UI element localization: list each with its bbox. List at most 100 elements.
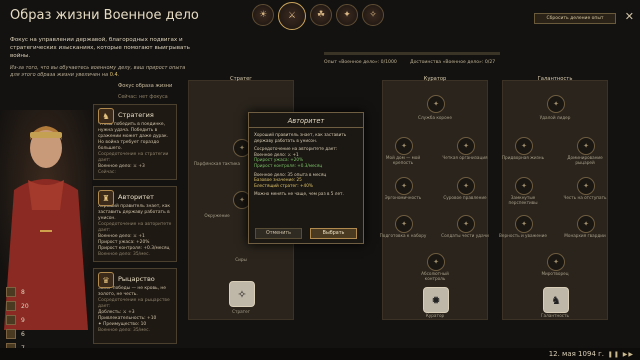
focus-confirm-dialog: Авторитет Хороший правитель знает, как з… — [248, 112, 364, 244]
martial-icon: ⚔ — [287, 11, 297, 21]
perk-label: Эргономичность — [384, 195, 422, 200]
focus-label: Фокус образа жизни — [118, 83, 173, 89]
dialog-body: Хороший правитель знает, как заставить д… — [254, 132, 358, 197]
perk-label: Галантность — [540, 313, 570, 318]
focus-desc: Чтобы победить в поединке, нужна удача. … — [98, 122, 169, 151]
perk-label: Парфянская тактика — [193, 161, 241, 166]
perk-node[interactable]: ✦ — [457, 215, 475, 233]
perk-node[interactable]: ✦ — [427, 95, 445, 113]
tree-column-gallant: Галантность ✦ Удалой лидер ✦ Придворная … — [499, 76, 608, 320]
xp-progress-bar — [324, 52, 500, 55]
perk-label: Окружение — [204, 213, 230, 218]
perk-node[interactable]: ✦ — [515, 177, 533, 195]
bottom-bar — [0, 348, 640, 360]
diplomacy-icon: ☀ — [258, 10, 268, 20]
xp-label: Опыт «Военное дело»: 0/1000 — [324, 60, 397, 65]
lifestyle-tab-martial[interactable]: ⚔ — [278, 2, 306, 30]
focus-card-chivalry[interactable]: ♛ Рыцарство Залог победы — не кровь, не … — [93, 268, 177, 344]
dialog-desc: Хороший правитель знает, как заставить д… — [254, 132, 347, 143]
intrigue-stat-icon — [6, 329, 16, 339]
education-note-suffix: . — [117, 72, 120, 78]
perk-label: Мой дом — мой крепость — [385, 155, 421, 165]
tree-column-overseer: Куратор ✦ Служба короне ✦ Мой дом — мой … — [379, 76, 489, 320]
stat-value: 9 — [21, 316, 25, 324]
perk-label: Монархия гвардии — [564, 233, 606, 238]
overseer-trait-icon[interactable]: ✹ — [423, 287, 449, 313]
lifestyle-tab-stewardship[interactable]: ☘ — [310, 4, 332, 26]
perk-node[interactable]: ✦ — [457, 137, 475, 155]
gallant-trait-icon[interactable]: ♞ — [543, 287, 569, 313]
perk-node[interactable]: ✦ — [395, 137, 413, 155]
column-title: Куратор — [423, 76, 447, 82]
column-title: Галантность — [537, 76, 573, 82]
stat-value: 8 — [21, 288, 25, 296]
dialog-title: Авторитет — [287, 117, 325, 125]
perk-node[interactable]: ✦ — [395, 215, 413, 233]
perk-label: Придворная жизнь — [501, 155, 545, 160]
stewardship-stat-icon — [6, 315, 16, 325]
perk-node[interactable]: ✦ — [577, 137, 595, 155]
perk-label: Доминирование рыцарей — [567, 155, 603, 165]
perk-label: Подготовка к набору — [379, 233, 427, 238]
stat-value: 20 — [21, 302, 29, 310]
column-title: Стратег — [229, 76, 253, 82]
intrigue-icon: ✦ — [343, 10, 351, 20]
focus-status: Сейчас: нет фокуса — [118, 95, 168, 100]
lifestyle-tab-diplomacy[interactable]: ☀ — [252, 4, 274, 26]
character-portrait[interactable] — [0, 110, 92, 330]
perk-node[interactable]: ✦ — [547, 253, 565, 271]
close-icon[interactable]: ✕ — [625, 11, 634, 22]
perk-label: Абсолютный контроль — [421, 271, 449, 281]
perk-node[interactable]: ✦ — [577, 177, 595, 195]
education-note-value: 0.4 — [109, 72, 118, 78]
perk-node[interactable]: ✦ — [577, 215, 595, 233]
perk-node[interactable]: ✦ — [547, 95, 565, 113]
reset-button[interactable]: Сбросить деление опыт — [534, 13, 616, 24]
focus-line: Сейчас: — [98, 170, 116, 175]
lifestyle-description: Фокус на управлении державой, благородны… — [10, 37, 190, 59]
perk-label: Миротворец — [541, 271, 569, 276]
education-note-text: Из-за того, что вы обучаетесь военному д… — [10, 65, 186, 78]
focus-line: Военное дело: 35/мес. — [98, 328, 150, 333]
focus-line: Сосредоточение на авторитете дает: — [98, 222, 172, 233]
select-button[interactable]: Выбрать — [310, 228, 357, 239]
perk-label: Куратор — [425, 313, 445, 318]
chivalry-icon: ♛ — [98, 272, 114, 288]
dialog-note: Можно менять не чаще, чем раз в 5 лет. — [254, 191, 344, 197]
perk-node[interactable]: ✦ — [515, 215, 533, 233]
perk-label: Суровое правление — [443, 195, 487, 200]
stewardship-icon: ☘ — [316, 10, 326, 20]
martial-stat-icon — [6, 301, 16, 311]
perk-node[interactable]: ✦ — [515, 137, 533, 155]
authority-icon: ♜ — [98, 190, 114, 206]
focus-card-strategy[interactable]: ♞ Стратегия Чтобы победить в поединке, н… — [93, 104, 177, 180]
perk-label: Стратег — [232, 309, 250, 314]
focus-line: Сосредоточение на стратегии дает: — [98, 152, 169, 163]
strategy-icon: ♞ — [98, 108, 114, 124]
perk-label: Замкнутые перспективы — [508, 195, 538, 205]
cancel-button[interactable]: Отменить — [255, 228, 302, 239]
lifestyle-tab-learning[interactable]: ✧ — [362, 4, 384, 26]
lifestyle-tab-intrigue[interactable]: ✦ — [336, 4, 358, 26]
perk-node[interactable]: ✦ — [457, 177, 475, 195]
strategist-trait-icon[interactable]: ✧ — [229, 281, 255, 307]
perk-label: Служба короне — [418, 115, 452, 120]
diplomacy-stat-icon — [6, 287, 16, 297]
focus-card-authority[interactable]: ♜ Авторитет Хороший правитель знает, как… — [93, 186, 177, 262]
focus-line: Сосредоточение на рыцарстве дает: — [98, 298, 170, 309]
dialog-divider — [249, 127, 363, 128]
stat-value: 6 — [21, 330, 25, 338]
perk-label: Удалой лидер — [539, 115, 571, 120]
perk-label: Четкая организация — [442, 155, 488, 160]
perk-node[interactable]: ✦ — [395, 177, 413, 195]
perk-node[interactable]: ✦ — [427, 253, 445, 271]
perk-label: Верность и уважение — [499, 233, 547, 238]
perk-label: Честь на отступать — [563, 195, 607, 200]
speed-controls[interactable]: ❚❚ ▶▶ — [608, 351, 634, 358]
game-date: 12. мая 1094 г. — [548, 350, 604, 358]
perk-label: Солдаты чести удачи — [441, 233, 489, 238]
learning-icon: ✧ — [369, 10, 377, 20]
education-note: Из-за того, что вы обучаетесь военному д… — [10, 65, 190, 79]
perk-label: Сиры — [235, 257, 247, 262]
stat-martial: 20 — [6, 301, 36, 311]
